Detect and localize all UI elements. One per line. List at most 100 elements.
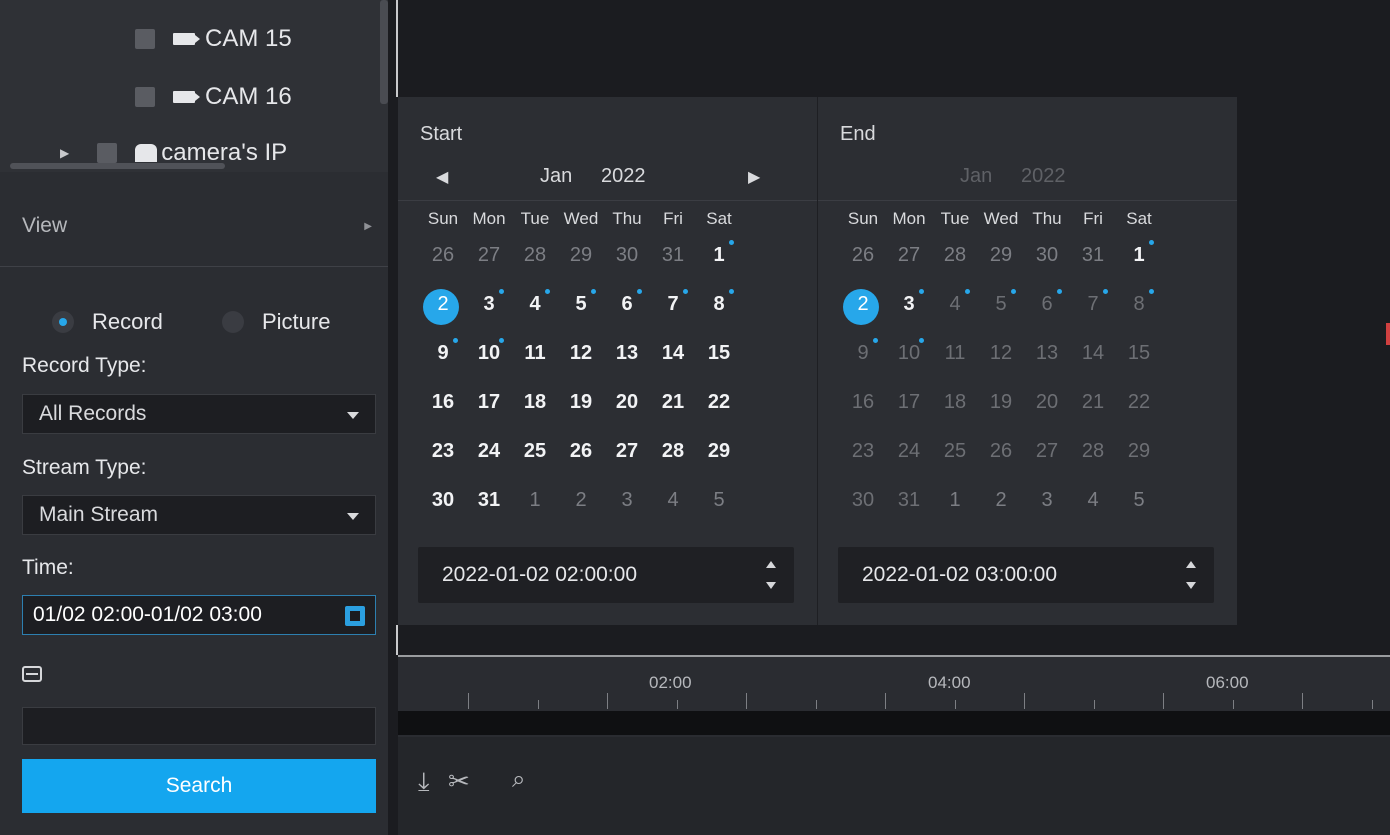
calendar-day[interactable]: 28 [1072, 440, 1114, 463]
checkbox[interactable] [135, 87, 155, 107]
calendar-day[interactable]: 15 [698, 342, 740, 365]
scissors-icon[interactable]: ✂ [448, 766, 470, 797]
calendar-day[interactable]: 9 [422, 338, 464, 365]
splitter[interactable] [396, 0, 398, 97]
time-range-input[interactable]: 01/02 02:00-01/02 03:00 [22, 595, 376, 635]
calendar-day[interactable]: 19 [560, 391, 602, 414]
calendar-day[interactable]: 14 [1072, 342, 1114, 365]
calendar-day[interactable]: 10 [888, 338, 930, 365]
record-radio[interactable]: Record [52, 309, 163, 335]
calendar-day[interactable]: 1 [1118, 240, 1160, 267]
calendar-day[interactable]: 12 [560, 342, 602, 365]
calendar-day[interactable]: 13 [1026, 342, 1068, 365]
calendar-day[interactable]: 7 [1072, 289, 1114, 316]
calendar-day[interactable]: 11 [934, 342, 976, 365]
calendar-day[interactable]: 30 [842, 489, 884, 512]
calendar-day[interactable]: 4 [514, 289, 556, 316]
calendar-day[interactable]: 12 [980, 342, 1022, 365]
calendar-day[interactable]: 31 [888, 489, 930, 512]
calendar-day[interactable]: 29 [560, 244, 602, 267]
calendar-day[interactable]: 27 [606, 440, 648, 463]
start-datetime-input[interactable]: 2022-01-02 02:00:00 [418, 547, 794, 603]
spin-up-icon[interactable] [1186, 561, 1196, 568]
calendar-day[interactable]: 31 [1072, 244, 1114, 267]
checkbox[interactable] [135, 29, 155, 49]
calendar-day[interactable]: 17 [888, 391, 930, 414]
calendar-day[interactable]: 17 [468, 391, 510, 414]
spin-up-icon[interactable] [766, 561, 776, 568]
calendar-day[interactable]: 25 [934, 440, 976, 463]
search-button[interactable]: Search [22, 759, 376, 813]
tree-item-cam16[interactable]: CAM 16 [135, 82, 292, 112]
tree-horizontal-scrollbar[interactable] [10, 163, 225, 169]
calendar-day[interactable]: 26 [980, 440, 1022, 463]
calendar-day[interactable]: 25 [514, 440, 556, 463]
calendar-day[interactable]: 2 [560, 489, 602, 512]
calendar-day[interactable]: 29 [698, 440, 740, 463]
calendar-day[interactable]: 23 [842, 440, 884, 463]
calendar-day[interactable]: 21 [652, 391, 694, 414]
calendar-day[interactable]: 27 [468, 244, 510, 267]
calendar-day[interactable]: 30 [606, 244, 648, 267]
calendar-day[interactable]: 2 [422, 289, 464, 325]
calendar-day[interactable]: 1 [698, 240, 740, 267]
calendar-day[interactable]: 14 [652, 342, 694, 365]
tree-vertical-scrollbar[interactable] [380, 0, 388, 104]
end-datetime-input[interactable]: 2022-01-02 03:00:00 [838, 547, 1214, 603]
calendar-day[interactable]: 10 [468, 338, 510, 365]
spin-down-icon[interactable] [766, 582, 776, 589]
calendar-day[interactable]: 24 [468, 440, 510, 463]
calendar-day[interactable]: 5 [980, 289, 1022, 316]
calendar-day[interactable]: 3 [606, 489, 648, 512]
calendar-day[interactable]: 3 [468, 289, 510, 316]
calendar-day[interactable]: 22 [698, 391, 740, 414]
calendar-day[interactable]: 30 [422, 489, 464, 512]
calendar-day[interactable]: 24 [888, 440, 930, 463]
tree-item-cam15[interactable]: CAM 15 [135, 24, 292, 54]
calendar-day[interactable]: 21 [1072, 391, 1114, 414]
calendar-day[interactable]: 16 [842, 391, 884, 414]
calendar-day[interactable]: 15 [1118, 342, 1160, 365]
calendar-day[interactable]: 5 [560, 289, 602, 316]
calendar-day[interactable]: 31 [652, 244, 694, 267]
calendar-day[interactable]: 26 [842, 244, 884, 267]
calendar-day[interactable]: 6 [1026, 289, 1068, 316]
calendar-day[interactable]: 8 [698, 289, 740, 316]
spin-down-icon[interactable] [1186, 582, 1196, 589]
calendar-day[interactable]: 20 [1026, 391, 1068, 414]
prev-month-icon[interactable]: ◀ [436, 167, 448, 187]
calendar-day[interactable]: 29 [1118, 440, 1160, 463]
calendar-day[interactable]: 4 [934, 289, 976, 316]
calendar-day[interactable]: 3 [1026, 489, 1068, 512]
calendar-day[interactable]: 1 [514, 489, 556, 512]
calendar-day[interactable]: 1 [934, 489, 976, 512]
expand-arrow-icon[interactable]: ▶ [60, 146, 69, 160]
calendar-day[interactable]: 7 [652, 289, 694, 316]
calendar-day[interactable]: 2 [842, 289, 884, 325]
record-type-select[interactable]: All Records [22, 394, 376, 434]
calendar-day[interactable]: 9 [842, 338, 884, 365]
disk-input[interactable] [22, 707, 376, 745]
calendar-day[interactable]: 5 [1118, 489, 1160, 512]
calendar-day[interactable]: 26 [560, 440, 602, 463]
calendar-day[interactable]: 8 [1118, 289, 1160, 316]
calendar-day[interactable]: 5 [698, 489, 740, 512]
calendar-day[interactable]: 22 [1118, 391, 1160, 414]
download-icon[interactable]: ⤓ [418, 766, 430, 798]
calendar-day[interactable]: 20 [606, 391, 648, 414]
stream-type-select[interactable]: Main Stream [22, 495, 376, 535]
view-section-header[interactable]: View ▶ [0, 195, 388, 257]
timeline-track[interactable] [398, 711, 1390, 735]
checkbox[interactable] [97, 143, 118, 163]
calendar-day[interactable]: 6 [606, 289, 648, 316]
calendar-day[interactable]: 13 [606, 342, 648, 365]
calendar-icon[interactable] [345, 606, 365, 626]
calendar-day[interactable]: 26 [422, 244, 464, 267]
calendar-day[interactable]: 28 [934, 244, 976, 267]
calendar-day[interactable]: 28 [514, 244, 556, 267]
calendar-day[interactable]: 4 [1072, 489, 1114, 512]
calendar-day[interactable]: 28 [652, 440, 694, 463]
calendar-day[interactable]: 23 [422, 440, 464, 463]
calendar-day[interactable]: 27 [888, 244, 930, 267]
zoom-icon[interactable]: ⌕ [512, 766, 525, 794]
